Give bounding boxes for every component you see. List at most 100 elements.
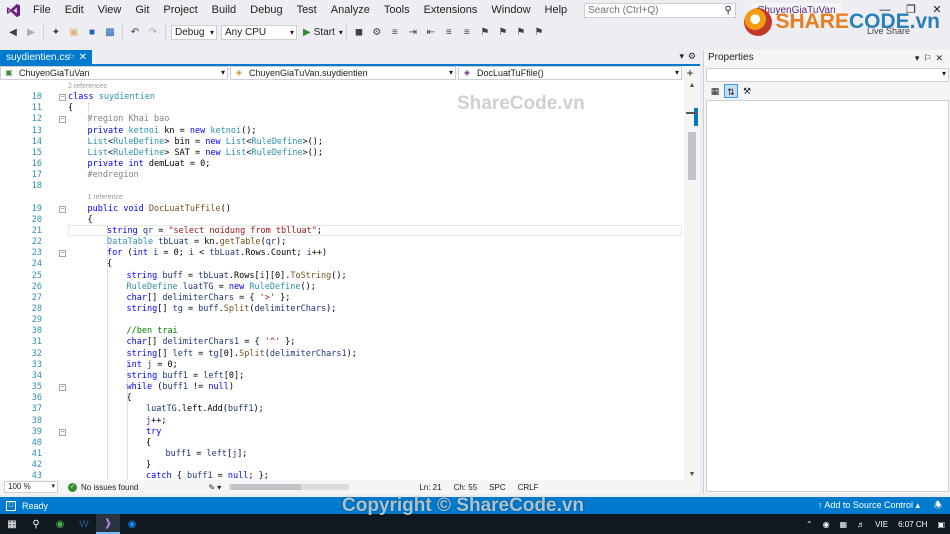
property-pages-icon[interactable]: ⚒ <box>740 84 754 98</box>
column-indicator[interactable]: Ch: 55 <box>454 483 478 492</box>
back-icon[interactable]: ◀ <box>6 25 20 39</box>
tab-suydientien[interactable]: suydientien.cs ⚐ ✕ <box>0 50 92 66</box>
save-icon[interactable]: ■ <box>85 25 99 39</box>
code-token: ); <box>346 348 357 359</box>
menu-item-edit[interactable]: Edit <box>58 0 91 21</box>
network-icon[interactable]: ▦ <box>840 520 848 529</box>
issues-indicator[interactable]: ✓ No issues found <box>68 482 138 492</box>
code-editor[interactable]: 10 11 12 13 14 15 16 17 18 19 20 21 22 23 24 25 26 27 28 29… <box>0 80 684 480</box>
search-box[interactable]: Search (Ctrl+Q) ⚲ <box>584 3 737 18</box>
notification-bell-icon[interactable]: 🕭 <box>934 497 942 514</box>
chrome-icon[interactable]: ◉ <box>48 514 72 534</box>
codelens-references[interactable]: 2 references <box>68 83 107 90</box>
scroll-up-icon[interactable]: ▲ <box>684 82 700 89</box>
code-cleanup-icon[interactable]: ✎ ▾ <box>208 483 221 492</box>
clock[interactable]: 6:07 CH <box>898 520 927 529</box>
uncomment-icon[interactable]: ≡ <box>460 25 474 39</box>
search-taskbar-icon[interactable]: ⚲ <box>24 514 48 534</box>
menu-item-git[interactable]: Git <box>128 0 156 21</box>
code-token: char <box>126 292 147 303</box>
code-line: DataTable tbLuat = kn.getTable(qr); <box>107 237 286 247</box>
collapse-icon[interactable]: − <box>59 250 66 258</box>
menu-item-build[interactable]: Build <box>205 0 243 21</box>
line-indicator[interactable]: Ln: 21 <box>419 483 441 492</box>
zoom-select[interactable]: 100 % <box>4 481 58 493</box>
chat-tray-icon[interactable]: ◉ <box>823 520 830 529</box>
show-hidden-icons[interactable]: ⌃ <box>806 520 813 529</box>
scroll-down-icon[interactable]: ▼ <box>684 471 700 478</box>
redo-icon[interactable]: ↷ <box>146 25 160 39</box>
collapse-icon[interactable]: − <box>59 428 66 436</box>
collapse-icon[interactable]: − <box>59 94 66 102</box>
tab-overflow-icon[interactable]: ▾ <box>679 51 684 62</box>
scroll-thumb[interactable] <box>688 132 696 180</box>
language-indicator[interactable]: VIE <box>875 520 888 529</box>
visual-studio-logo-icon[interactable] <box>0 0 26 21</box>
auto-hide-icon[interactable]: ⚐ <box>923 53 935 63</box>
object-select[interactable] <box>706 68 949 82</box>
add-to-source-control-button[interactable]: ↑ Add to Source Control ▴ <box>818 497 920 514</box>
undo-icon[interactable]: ↶ <box>128 25 142 39</box>
code-token: buff1 <box>165 448 192 459</box>
menu-item-file[interactable]: File <box>26 0 58 21</box>
vertical-scrollbar[interactable]: ▲ ▼ <box>684 80 700 480</box>
open-folder-icon[interactable]: ▣ <box>67 25 81 39</box>
project-dropdown[interactable]: ▣ ChuyenGiaTuVan <box>0 66 228 80</box>
configuration-select[interactable]: Debug <box>171 24 217 40</box>
menu-item-tools[interactable]: Tools <box>377 0 417 21</box>
properties-grid[interactable] <box>706 100 949 492</box>
collapse-icon[interactable]: − <box>59 116 66 124</box>
pin-icon[interactable]: ⚐ <box>68 50 75 66</box>
save-all-icon[interactable]: ▩ <box>103 25 117 39</box>
chevron-down-icon[interactable]: ▾ <box>339 28 343 37</box>
codelens-references[interactable]: 1 reference <box>88 194 123 201</box>
visual-studio-taskbar-icon[interactable]: ❱ <box>96 514 120 534</box>
menu-item-debug[interactable]: Debug <box>243 0 289 21</box>
close-panel-icon[interactable]: ✕ <box>935 53 947 63</box>
search-input[interactable]: Search (Ctrl+Q) <box>588 5 658 16</box>
outdent-icon[interactable]: ⇤ <box>424 25 438 39</box>
member-dropdown[interactable]: ◈ DocLuatTuFfile() <box>458 66 682 80</box>
split-icon[interactable]: + <box>684 66 696 80</box>
menu-item-view[interactable]: View <box>91 0 129 21</box>
categorized-icon[interactable]: ▦ <box>708 84 722 98</box>
comment-icon[interactable]: ≡ <box>442 25 456 39</box>
camera-icon[interactable]: ◼ <box>352 25 366 39</box>
volume-icon[interactable]: ♬ <box>857 520 865 529</box>
windows-start-icon[interactable]: ▦ <box>0 514 24 534</box>
output-icon[interactable]: □ <box>6 500 16 511</box>
align-icon[interactable]: ≡ <box>388 25 402 39</box>
bookmark-icon[interactable]: ⚑ <box>478 25 492 39</box>
collapse-icon[interactable]: − <box>59 205 66 213</box>
alphabetical-icon[interactable]: ⇅ <box>724 84 738 98</box>
start-button[interactable]: ▶ Start ▾ <box>303 27 343 38</box>
menu-item-test[interactable]: Test <box>290 0 324 21</box>
menu-item-project[interactable]: Project <box>156 0 204 21</box>
search-icon[interactable]: ⚲ <box>721 5 735 16</box>
menu-item-analyze[interactable]: Analyze <box>324 0 377 21</box>
collapse-icon[interactable]: − <box>59 384 66 392</box>
hot-reload-icon[interactable]: ⚙ <box>370 25 384 39</box>
bookmark-clear-icon[interactable]: ⚑ <box>532 25 546 39</box>
menu-item-help[interactable]: Help <box>538 0 575 21</box>
horizontal-scrollbar[interactable] <box>229 484 350 490</box>
forward-icon[interactable]: ▶ <box>24 25 38 39</box>
class-dropdown[interactable]: ◈ ChuyenGiaTuVan.suydientien <box>230 66 456 80</box>
gear-icon[interactable]: ⚙ <box>688 51 696 62</box>
zalo-icon[interactable]: ◉ <box>120 514 144 534</box>
menu-item-window[interactable]: Window <box>484 0 537 21</box>
line-number: 42 <box>31 460 42 471</box>
new-project-icon[interactable]: ✦ <box>49 25 63 39</box>
whitespace-indicator[interactable]: SPC <box>489 483 505 492</box>
horizontal-scroll-thumb[interactable] <box>231 484 302 490</box>
bookmark-prev-icon[interactable]: ⚑ <box>496 25 510 39</box>
source-control-label: Add to Source Control <box>824 500 913 510</box>
word-icon[interactable]: W <box>72 514 96 534</box>
indent-icon[interactable]: ⇥ <box>406 25 420 39</box>
platform-select[interactable]: Any CPU <box>221 24 297 40</box>
menu-item-extensions[interactable]: Extensions <box>417 0 485 21</box>
close-tab-icon[interactable]: ✕ <box>79 50 87 66</box>
notifications-icon[interactable]: ▣ <box>937 520 945 529</box>
line-ending-indicator[interactable]: CRLF <box>518 483 539 492</box>
bookmark-next-icon[interactable]: ⚑ <box>514 25 528 39</box>
